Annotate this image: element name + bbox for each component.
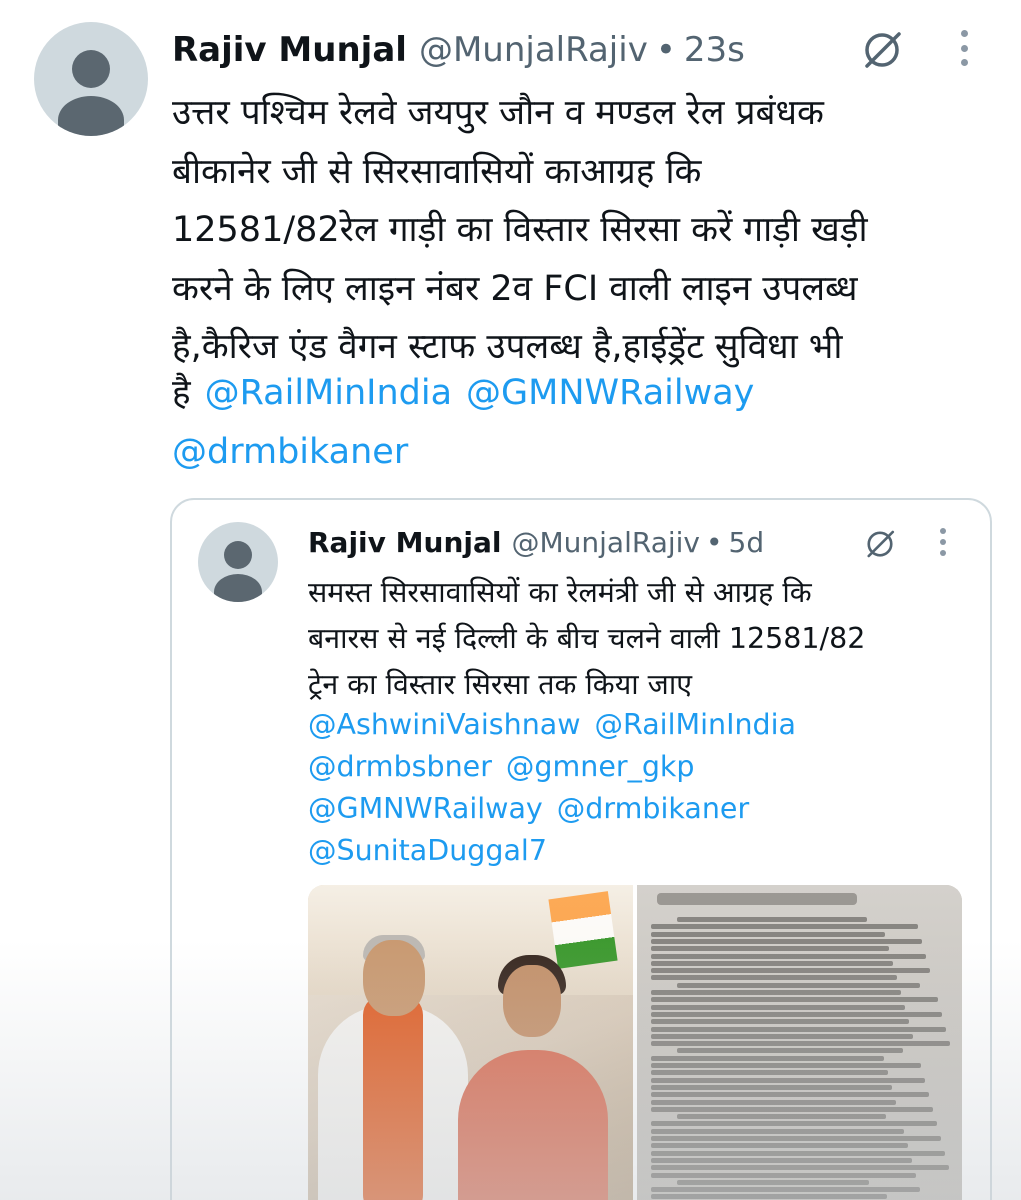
grok-icon[interactable]: [858, 26, 906, 74]
quoted-author-avatar[interactable]: [198, 522, 278, 602]
quoted-tweet-header: Rajiv Munjal @MunjalRajiv • 5d: [308, 522, 764, 562]
mention-link[interactable]: @drmbsbner: [308, 750, 492, 783]
mention-link[interactable]: @GMNWRailway: [308, 792, 543, 825]
letter-text-line: [651, 1033, 913, 1039]
quoted-tweet-card[interactable]: Rajiv Munjal @MunjalRajiv • 5d समस्त सिर…: [170, 498, 992, 1200]
avatar-head-shape: [224, 541, 252, 569]
letter-text-line: [651, 1026, 946, 1032]
letter-text-line: [651, 990, 901, 995]
letter-text-line: [651, 1165, 949, 1171]
letter-text-line: [651, 1092, 929, 1098]
mention-link[interactable]: @drmbikaner: [557, 792, 749, 825]
author-handle[interactable]: @MunjalRajiv: [419, 30, 648, 70]
separator-dot: •: [705, 525, 723, 559]
letter-text-line: [651, 1150, 945, 1156]
letter-text-line: [651, 1194, 887, 1200]
letter-text-line: [651, 960, 893, 966]
quoted-author-handle[interactable]: @MunjalRajiv: [511, 526, 700, 559]
quoted-tweet-time[interactable]: 5d: [729, 526, 765, 559]
letter-text-line: [651, 953, 926, 959]
tweet-mentions-line-1: है @RailMinIndia @GMNWRailway: [172, 364, 992, 423]
letter-text-line: [651, 1128, 904, 1134]
mention-link[interactable]: @RailMinIndia: [205, 373, 452, 413]
letter-text-line: [677, 917, 867, 922]
screenshot-page: Rajiv Munjal @MunjalRajiv • 23s उत्तर पश…: [0, 0, 1021, 1200]
letter-text-line: [651, 975, 897, 981]
mention-link[interactable]: @drmbikaner: [172, 432, 408, 472]
quoted-tweet-mentions: @AshwiniVaishnaw @RailMinIndia @drmbsbner…: [308, 704, 968, 872]
more-vertical-icon[interactable]: [938, 528, 948, 556]
mention-link[interactable]: @AshwiniVaishnaw: [308, 708, 581, 741]
letter-text-line: [651, 931, 885, 937]
letter-text-line: [651, 1136, 941, 1141]
mention-link[interactable]: @gmner_gkp: [506, 750, 695, 783]
letter-text-line: [651, 1019, 909, 1025]
separator-dot: •: [655, 30, 676, 70]
tweet-text: उत्तर पश्चिम रेलवे जयपुर जौन व मण्डल रेल…: [172, 93, 868, 367]
media-photo-letter[interactable]: [637, 885, 962, 1200]
letter-text-line: [651, 1055, 884, 1061]
author-avatar[interactable]: [34, 22, 148, 136]
quoted-author-name[interactable]: Rajiv Munjal: [308, 526, 501, 559]
letter-text-line: [651, 946, 889, 952]
flag-graphic: [548, 891, 618, 969]
letter-text-line: [651, 924, 918, 930]
quoted-tweet-text: समस्त सिरसावासियों का रेलमंत्री जी से आग…: [308, 576, 866, 701]
avatar-body-shape: [214, 574, 262, 602]
letter-text-line: [677, 982, 920, 988]
tweet-mentions-line-2: @drmbikaner: [172, 423, 992, 482]
tweet-text-tail: है: [172, 373, 191, 413]
mention-link[interactable]: @GMNWRailway: [466, 373, 754, 413]
letter-text-line: [651, 997, 938, 1003]
letter-text-line: [651, 1157, 912, 1163]
tweet-header: Rajiv Munjal @MunjalRajiv • 23s: [172, 26, 745, 74]
letter-text-line: [651, 1011, 942, 1017]
letter-text-line: [677, 1179, 869, 1185]
letter-text-line: [651, 968, 930, 974]
letter-text-line: [651, 1172, 916, 1178]
letter-text-line: [651, 1084, 892, 1090]
grok-icon[interactable]: [862, 526, 898, 562]
letter-text-line: [651, 938, 922, 944]
avatar-body-shape: [58, 96, 124, 136]
letter-text-line: [651, 1106, 933, 1112]
letter-text-line: [651, 1063, 921, 1068]
more-vertical-icon[interactable]: [958, 30, 970, 66]
avatar-head-shape: [72, 50, 110, 88]
letter-text-line: [677, 1048, 903, 1054]
letter-text-line: [651, 1041, 950, 1047]
mention-link[interactable]: @SunitaDuggal7: [308, 834, 547, 867]
letter-text-line: [651, 1004, 905, 1010]
letter-text-line: [651, 1099, 896, 1105]
author-name[interactable]: Rajiv Munjal: [172, 30, 407, 70]
letter-text-line: [651, 1070, 888, 1076]
letter-text-line: [651, 1187, 920, 1193]
tweet-time[interactable]: 23s: [684, 30, 745, 70]
letter-text-line: [677, 1114, 886, 1120]
mention-link[interactable]: @RailMinIndia: [595, 708, 797, 741]
letter-text-line: [651, 1077, 925, 1083]
letter-text-line: [651, 1143, 908, 1149]
letter-text-line: [651, 1121, 937, 1127]
media-photo-two-people[interactable]: [308, 885, 633, 1200]
